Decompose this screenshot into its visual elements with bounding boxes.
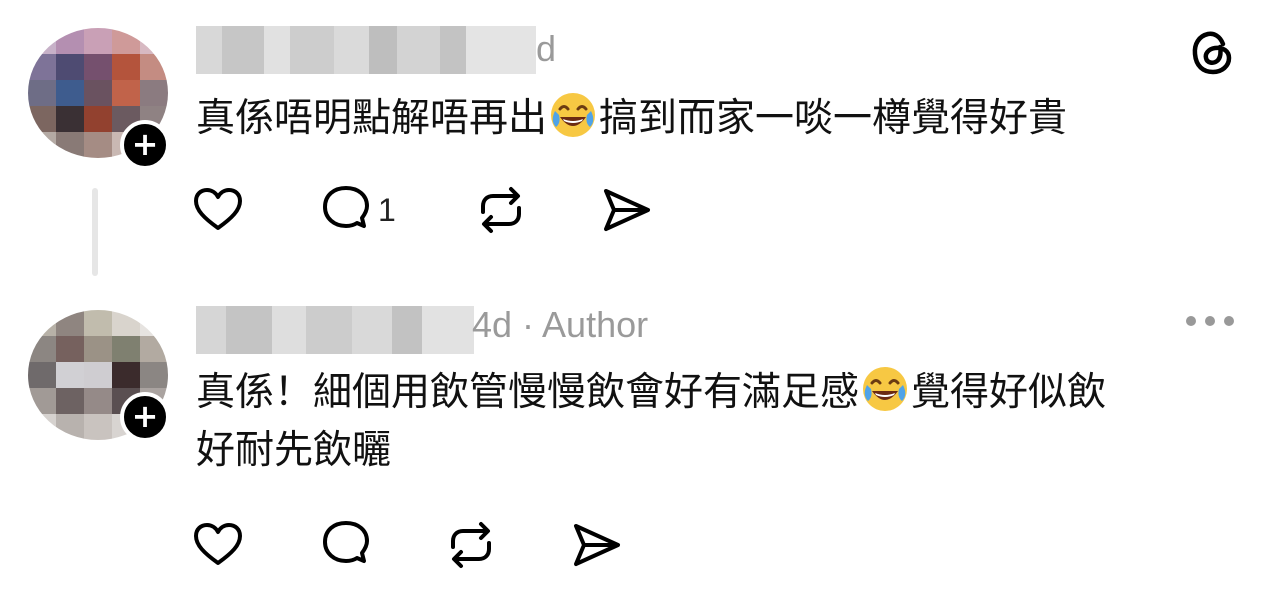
repost-button[interactable] <box>473 182 529 238</box>
username-redacted[interactable] <box>196 306 474 354</box>
threads-logo-icon[interactable] <box>1190 28 1236 76</box>
timestamp: d <box>536 28 557 69</box>
thread-connector-line <box>92 188 98 276</box>
comment-2-text-start: 真係！細個用飲管慢慢飲會好有滿足感 <box>196 370 860 415</box>
reply-button[interactable] <box>318 517 374 573</box>
comment-2-text-end: 覺得好似飲 <box>911 370 1107 415</box>
comment-2-line-2: 好耐先飲曬 <box>196 428 392 473</box>
username-redacted[interactable] <box>196 26 536 74</box>
follow-plus-icon[interactable]: + <box>120 392 170 442</box>
comment-2-text: 真係！細個用飲管慢慢飲會好有滿足感 覺得好似飲 好耐先飲曬 <box>196 364 1256 480</box>
follow-plus-icon[interactable]: + <box>120 120 170 170</box>
comment-bubble-icon <box>323 521 369 563</box>
repost-icon <box>481 187 521 233</box>
more-icon[interactable] <box>1186 316 1234 326</box>
share-button[interactable] <box>598 182 654 238</box>
send-icon <box>574 524 620 566</box>
repost-button[interactable] <box>443 517 499 573</box>
comment-2-line-1: 真係！細個用飲管慢慢飲會好有滿足感 覺得好似飲 <box>196 364 1256 422</box>
repost-icon <box>451 522 491 568</box>
comment-1-text: 真係唔明點解唔再出 搞到而家一啖一樽覺得好貴 <box>196 90 1236 148</box>
reply-button[interactable]: 1 <box>318 182 396 238</box>
heart-icon <box>194 188 242 230</box>
heart-icon <box>194 523 242 565</box>
comment-1-text-end: 搞到而家一啖一樽覺得好貴 <box>599 96 1068 141</box>
like-button[interactable] <box>190 182 246 238</box>
send-icon <box>604 189 650 231</box>
comment-bubble-icon <box>323 186 369 228</box>
face-with-tears-of-joy-icon <box>863 367 908 411</box>
face-with-tears-of-joy-icon <box>551 93 596 137</box>
like-button[interactable] <box>190 517 246 573</box>
timestamp-author: 4d · Author <box>472 304 649 345</box>
share-button[interactable] <box>568 517 624 573</box>
comment-1-text-start: 真係唔明點解唔再出 <box>196 96 548 141</box>
reply-count: 1 <box>378 191 396 228</box>
